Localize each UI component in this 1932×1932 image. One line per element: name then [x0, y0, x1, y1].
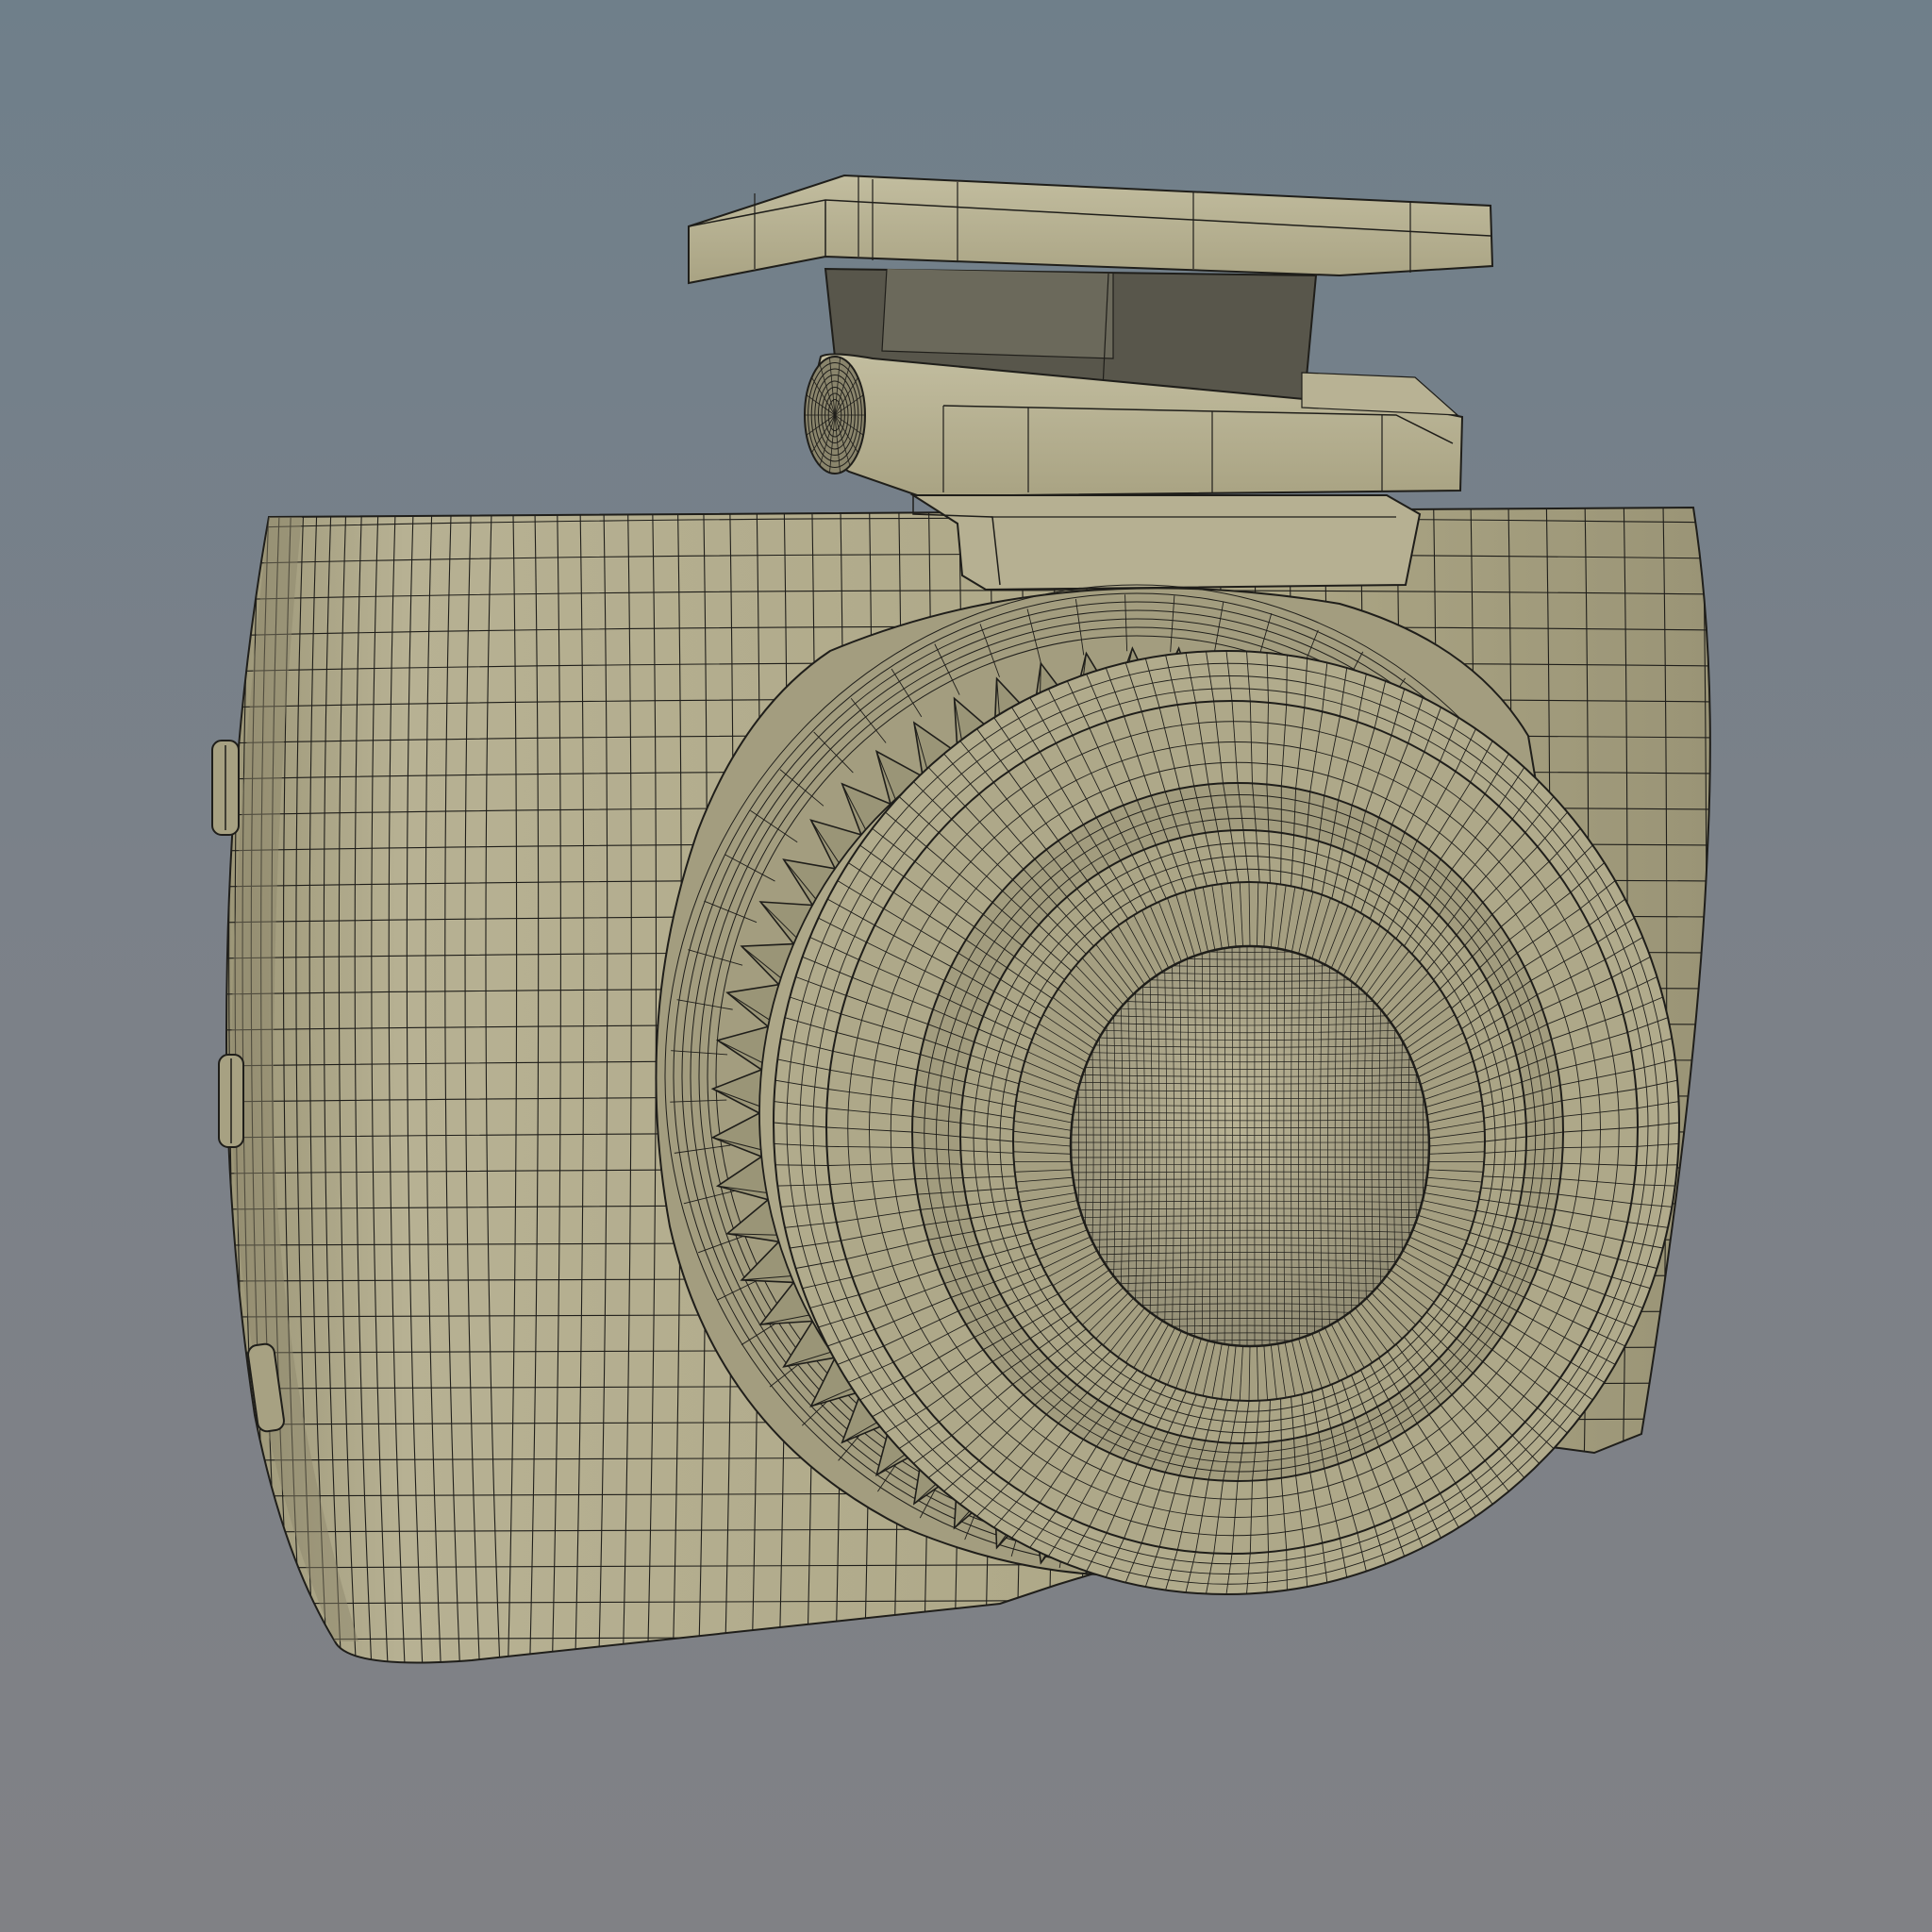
mount-knob	[804, 356, 866, 475]
wireframe-scene	[211, 174, 1711, 1664]
side-button-middle	[218, 1054, 244, 1148]
3d-viewport[interactable]	[0, 0, 1932, 1932]
mount-base	[909, 494, 1422, 591]
side-button-top	[211, 740, 240, 836]
lens-assembly	[655, 584, 1680, 1595]
